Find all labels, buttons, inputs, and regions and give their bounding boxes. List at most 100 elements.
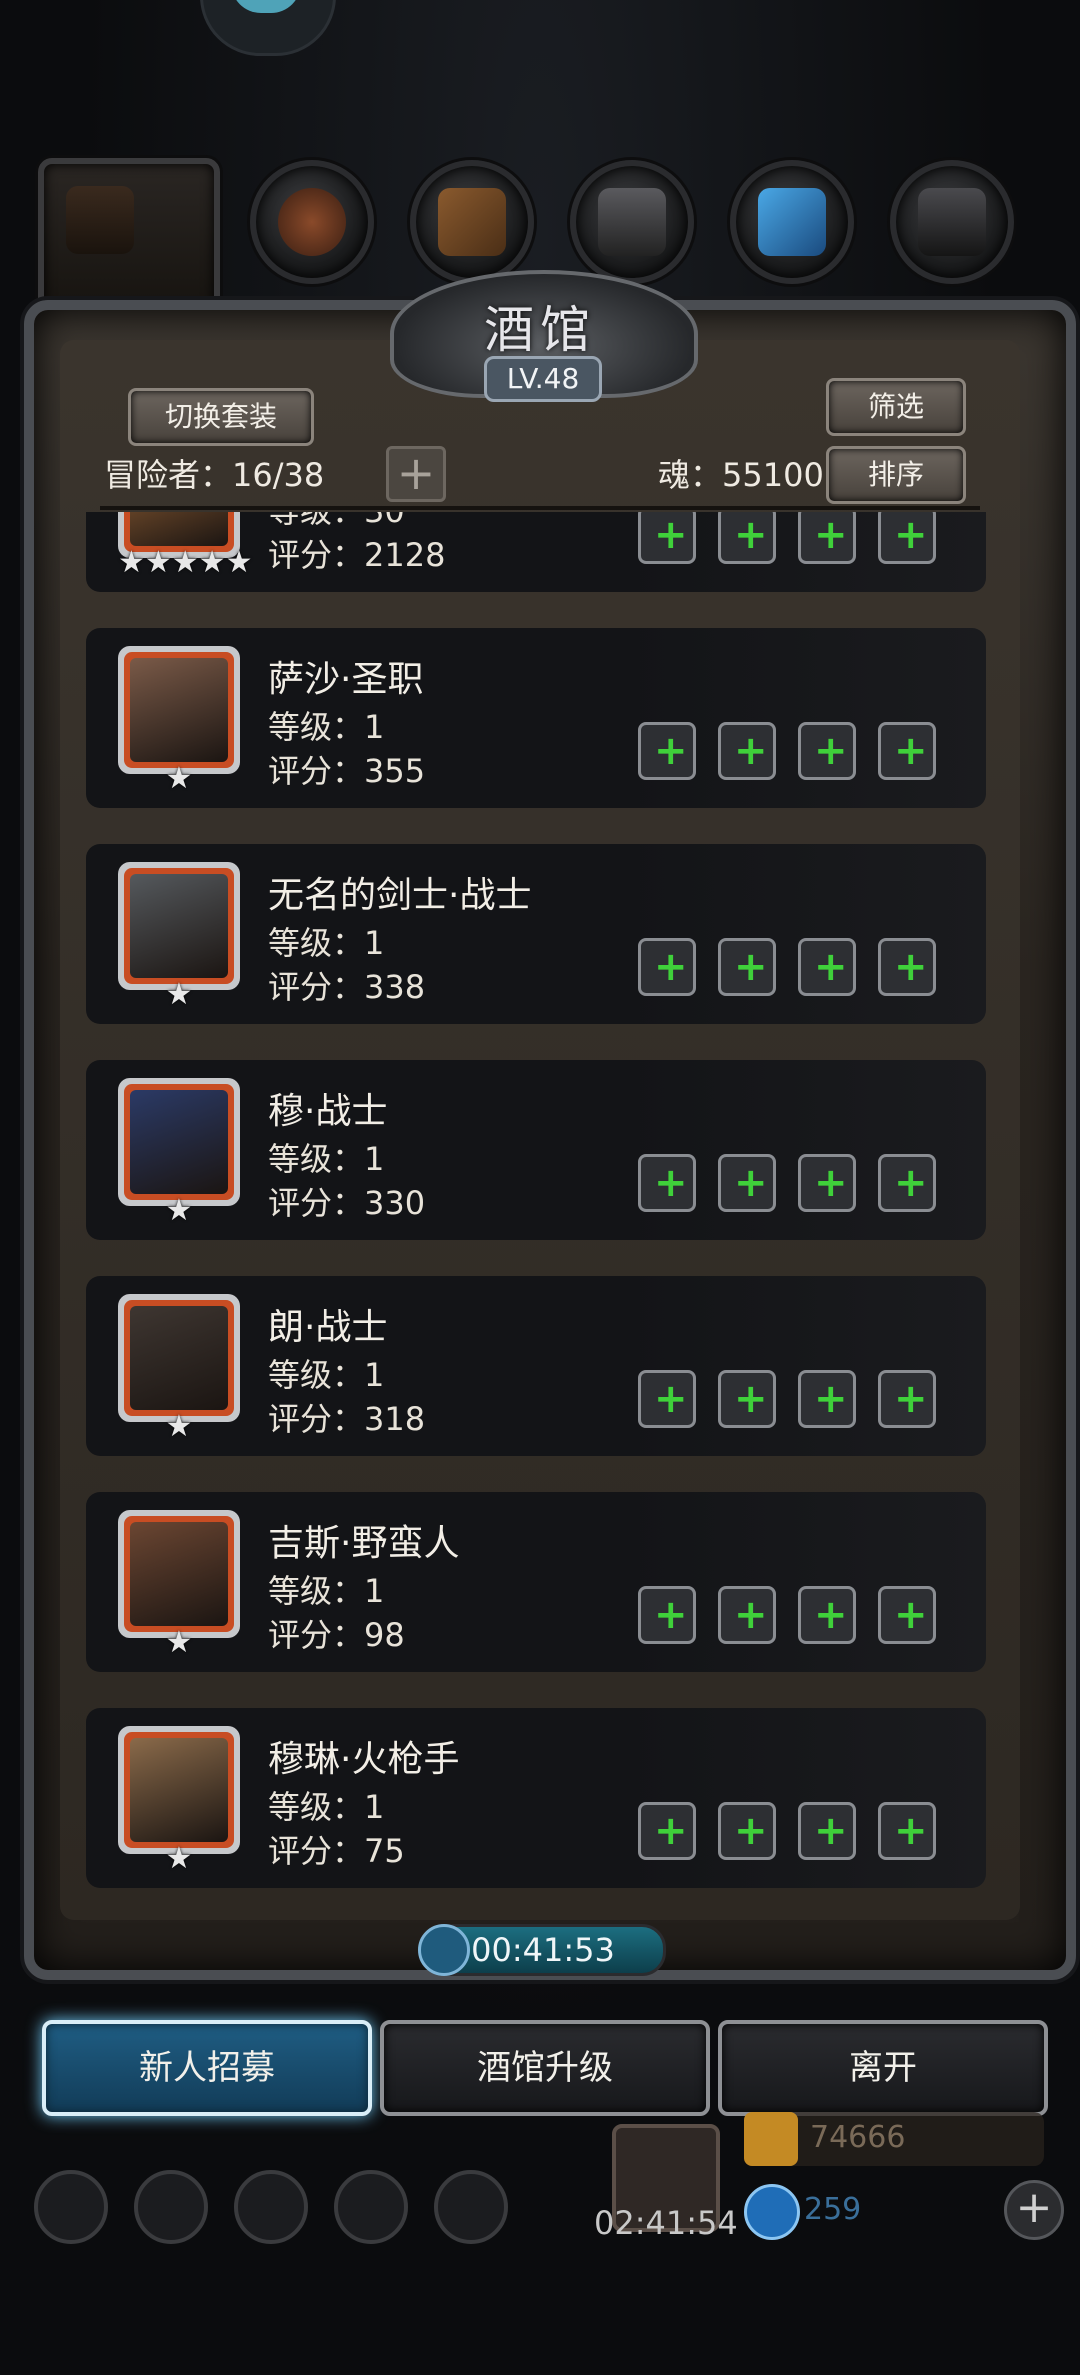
- ore-tab-icon[interactable]: [890, 160, 1014, 284]
- hero-portrait[interactable]: [118, 646, 240, 774]
- weapon-slot-icon[interactable]: +: [638, 1586, 696, 1644]
- ring-slot-icon[interactable]: +: [878, 1154, 936, 1212]
- hero-card[interactable]: ★ 穆琳·火枪手 等级：1 评分：75 + + + +: [86, 1708, 986, 1888]
- anvil-tab-icon[interactable]: [570, 160, 694, 284]
- accessory-slot-icon[interactable]: +: [798, 938, 856, 996]
- armor-slot-icon[interactable]: +: [718, 722, 776, 780]
- star-rating: ★★★★★: [118, 545, 253, 580]
- gem-shop-icon[interactable]: [434, 2170, 508, 2244]
- star-rating: ★: [165, 1409, 193, 1444]
- accessory-slot-icon[interactable]: +: [798, 1802, 856, 1860]
- hero-portrait[interactable]: [118, 1726, 240, 1854]
- weapon-slot-icon[interactable]: +: [638, 938, 696, 996]
- plus-icon: +: [654, 512, 688, 558]
- ring-slot-icon[interactable]: +: [878, 722, 936, 780]
- hero-score: 评分：318: [268, 1400, 426, 1438]
- add-adventurer-slot-button[interactable]: +: [386, 446, 446, 502]
- hero-portrait[interactable]: [118, 1294, 240, 1422]
- filter-button[interactable]: 筛选: [826, 378, 966, 436]
- armor-slot-icon[interactable]: +: [718, 512, 776, 564]
- hero-portrait[interactable]: [118, 1078, 240, 1206]
- ring-slot-icon[interactable]: +: [878, 1586, 936, 1644]
- star-rating: ★: [165, 761, 193, 796]
- adventurer-count: 冒险者：16/38: [104, 456, 325, 494]
- armor-slot-icon[interactable]: +: [718, 1370, 776, 1428]
- accessory-slot-icon[interactable]: +: [798, 1586, 856, 1644]
- weapon-slot-icon[interactable]: +: [638, 1802, 696, 1860]
- tavern-level-badge: LV.48: [484, 356, 602, 402]
- sort-button[interactable]: 排序: [826, 446, 966, 504]
- hero-card[interactable]: ★ 穆·战士 等级：1 评分：330 + + + +: [86, 1060, 986, 1240]
- divider: [100, 506, 980, 510]
- hero-level: 等级：1: [268, 1572, 385, 1610]
- weapon-slot-icon[interactable]: +: [638, 512, 696, 564]
- hero-card[interactable]: ★ 无名的剑士·战士 等级：1 评分：338 + + + +: [86, 844, 986, 1024]
- hero-portrait[interactable]: [118, 1510, 240, 1638]
- soul-count: 魂：55100: [658, 456, 824, 494]
- hero-level: 等级：1: [268, 708, 385, 746]
- ring-slot-icon[interactable]: +: [878, 938, 936, 996]
- crystal-tab-icon[interactable]: [730, 160, 854, 284]
- hero-portrait[interactable]: [118, 862, 240, 990]
- hero-score: 评分：75: [268, 1832, 405, 1870]
- weapon-slot-icon[interactable]: +: [638, 1370, 696, 1428]
- clock-icon: [418, 1924, 470, 1976]
- hero-list[interactable]: ★★★★★等级：30评分：2128++++★萨沙·圣职等级：1评分：355+++…: [86, 512, 986, 1892]
- star-rating: ★: [165, 1625, 193, 1660]
- plus-icon: +: [894, 1808, 928, 1854]
- hero-score: 评分：330: [268, 1184, 426, 1222]
- adventurer-tab-icon[interactable]: [38, 158, 220, 320]
- ring-slot-icon[interactable]: +: [878, 512, 936, 564]
- plus-icon: +: [734, 1808, 768, 1854]
- recruit-button[interactable]: 新人招募: [42, 2020, 372, 2116]
- hero-card[interactable]: ★ 吉斯·野蛮人 等级：1 评分：98 + + + +: [86, 1492, 986, 1672]
- armor-slot-icon[interactable]: +: [718, 1154, 776, 1212]
- switch-outfit-button[interactable]: 切换套装: [128, 388, 314, 446]
- plus-icon: +: [894, 728, 928, 774]
- accessory-slot-icon[interactable]: +: [798, 722, 856, 780]
- armor-tab-icon[interactable]: [250, 160, 374, 284]
- hero-name: 穆·战士: [268, 1091, 388, 1132]
- gem-amount: 259: [804, 2192, 862, 2227]
- ring-slot-icon[interactable]: +: [878, 1370, 936, 1428]
- gold-coin-icon: [744, 2112, 798, 2166]
- plus-icon: +: [814, 1376, 848, 1422]
- plus-icon: +: [894, 512, 928, 558]
- hero-card[interactable]: ★★★★★ 等级：30 评分：2128 + + + +: [86, 512, 986, 592]
- plus-icon: +: [654, 1376, 688, 1422]
- ring-slot-icon[interactable]: +: [878, 1802, 936, 1860]
- plus-icon: +: [814, 1160, 848, 1206]
- hero-score: 评分：355: [268, 752, 426, 790]
- settings-gear-icon[interactable]: [34, 2170, 108, 2244]
- hero-name: 吉斯·野蛮人: [268, 1523, 460, 1564]
- upgrade-tavern-button[interactable]: 酒馆升级: [380, 2020, 710, 2116]
- armor-slot-icon[interactable]: +: [718, 1802, 776, 1860]
- armor-slot-icon[interactable]: +: [718, 1586, 776, 1644]
- plus-icon: +: [814, 728, 848, 774]
- hero-level: 等级：1: [268, 924, 385, 962]
- accessory-slot-icon[interactable]: +: [798, 512, 856, 564]
- plus-icon: +: [894, 944, 928, 990]
- plus-icon: +: [734, 512, 768, 558]
- gift-timer: 02:41:54: [594, 2204, 738, 2242]
- leave-button[interactable]: 离开: [718, 2020, 1048, 2116]
- hero-name: 无名的剑士·战士: [268, 875, 532, 916]
- plus-icon: +: [814, 1808, 848, 1854]
- hero-card[interactable]: ★ 朗·战士 等级：1 评分：318 + + + +: [86, 1276, 986, 1456]
- star-rating: ★: [165, 1193, 193, 1228]
- add-currency-button[interactable]: +: [1004, 2180, 1064, 2240]
- weapon-slot-icon[interactable]: +: [638, 722, 696, 780]
- page-title: 酒馆: [484, 301, 596, 359]
- hero-score: 评分：98: [268, 1616, 405, 1654]
- accessory-slot-icon[interactable]: +: [798, 1154, 856, 1212]
- plus-icon: +: [734, 1592, 768, 1638]
- plus-icon: +: [894, 1160, 928, 1206]
- armor-slot-icon[interactable]: +: [718, 938, 776, 996]
- wood-tab-icon[interactable]: [410, 160, 534, 284]
- mail-icon[interactable]: [334, 2170, 408, 2244]
- accessory-slot-icon[interactable]: +: [798, 1370, 856, 1428]
- weapon-slot-icon[interactable]: +: [638, 1154, 696, 1212]
- star-medal-icon[interactable]: [134, 2170, 208, 2244]
- hero-card[interactable]: ★ 萨沙·圣职 等级：1 评分：355 + + + +: [86, 628, 986, 808]
- guild-banner-icon[interactable]: [234, 2170, 308, 2244]
